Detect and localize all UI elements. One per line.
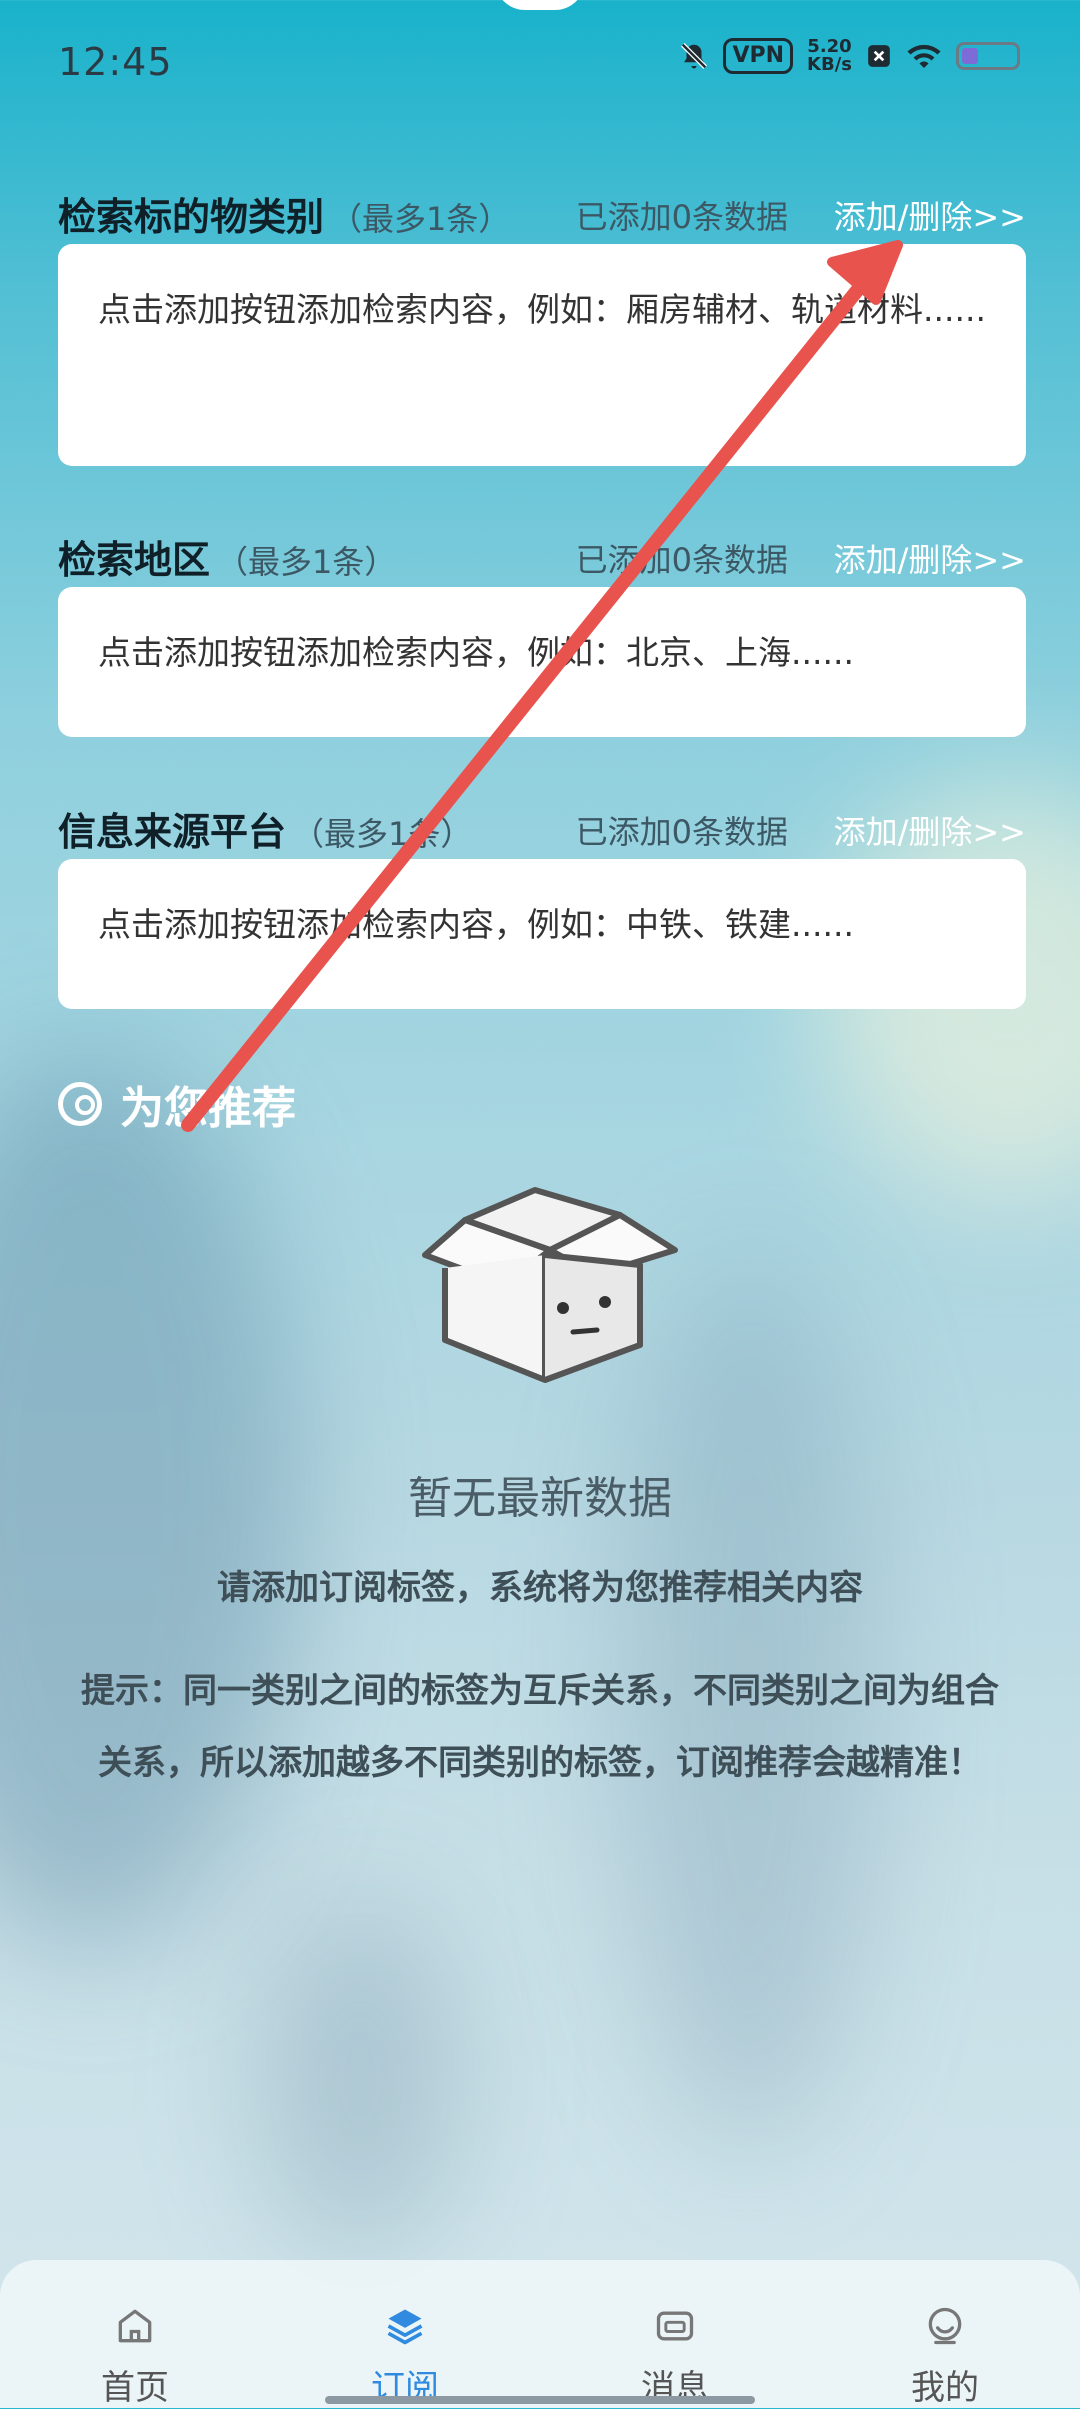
section-material-category: 检索标的物类别 （最多1条） 已添加0条数据 添加/删除>> 点击添加按钮添加检索… <box>58 172 1026 466</box>
bottom-tab-bar: 首页 订阅 消息 我的 <box>0 2260 1080 2408</box>
section-count: 已添加0条数据 <box>575 541 788 579</box>
section-region: 检索地区 （最多1条） 已添加0条数据 添加/删除>> 点击添加按钮添加检索内容，… <box>58 515 1026 737</box>
section-title: 信息来源平台 （最多1条） <box>58 810 473 854</box>
status-bar: 12:45 VPN 5.20 KB/s <box>0 0 1080 120</box>
search-content-card[interactable]: 点击添加按钮添加检索内容，例如：厢房辅材、轨道材料...... <box>58 244 1026 466</box>
section-title: 检索标的物类别 （最多1条） <box>58 195 511 239</box>
search-content-card[interactable]: 点击添加按钮添加检索内容，例如：中铁、铁建...... <box>58 859 1026 1009</box>
message-icon <box>656 2311 694 2341</box>
vpn-badge: VPN <box>723 38 794 74</box>
profile-icon <box>928 2307 962 2345</box>
section-count: 已添加0条数据 <box>575 198 788 236</box>
layers-icon <box>387 2309 423 2345</box>
status-time: 12:45 <box>58 40 173 84</box>
search-content-card[interactable]: 点击添加按钮添加检索内容，例如：北京、上海...... <box>58 587 1026 737</box>
mute-bell-icon <box>681 42 708 70</box>
network-speed: 5.20 KB/s <box>807 36 852 75</box>
wifi-icon <box>907 44 941 68</box>
empty-box-icon <box>422 1187 678 1383</box>
tab-home[interactable]: 首页 <box>0 2260 270 2408</box>
section-title: 检索地区 （最多1条） <box>58 538 397 582</box>
card-placeholder: 点击添加按钮添加检索内容，例如：中铁、铁建...... <box>98 905 854 944</box>
add-delete-link[interactable]: 添加/删除>> <box>834 807 1026 853</box>
tab-profile[interactable]: 我的 <box>810 2260 1080 2408</box>
close-box-icon <box>868 45 890 67</box>
card-placeholder: 点击添加按钮添加检索内容，例如：北京、上海...... <box>98 633 854 672</box>
tip-text: 提示：同一类别之间的标签为互斥关系，不同类别之间为组合关系，所以添加越多不同类别… <box>81 1671 999 1783</box>
recommend-title: 为您推荐 <box>120 1083 296 1134</box>
battery-icon <box>956 42 1020 70</box>
card-placeholder: 点击添加按钮添加检索内容，例如：厢房辅材、轨道材料...... <box>98 290 986 329</box>
add-delete-link[interactable]: 添加/删除>> <box>834 192 1026 238</box>
recommend-search-user-icon <box>58 1082 102 1126</box>
section-source-platform: 信息来源平台 （最多1条） 已添加0条数据 添加/删除>> 点击添加按钮添加检索内… <box>58 787 1026 1009</box>
empty-state-title: 暂无最新数据 <box>408 1473 672 1524</box>
tab-subscribe[interactable]: 订阅 <box>270 2260 540 2408</box>
add-delete-link[interactable]: 添加/删除>> <box>834 535 1026 581</box>
tab-label: 首页 <box>101 2368 169 2408</box>
tab-label: 我的 <box>911 2368 979 2408</box>
home-indicator[interactable] <box>325 2396 755 2404</box>
home-icon <box>118 2309 152 2343</box>
recommend-header: 为您推荐 <box>58 1072 296 1136</box>
section-count: 已添加0条数据 <box>575 813 788 851</box>
tab-messages[interactable]: 消息 <box>540 2260 810 2408</box>
empty-state-subtitle: 请添加订阅标签，系统将为您推荐相关内容 <box>217 1568 863 1608</box>
